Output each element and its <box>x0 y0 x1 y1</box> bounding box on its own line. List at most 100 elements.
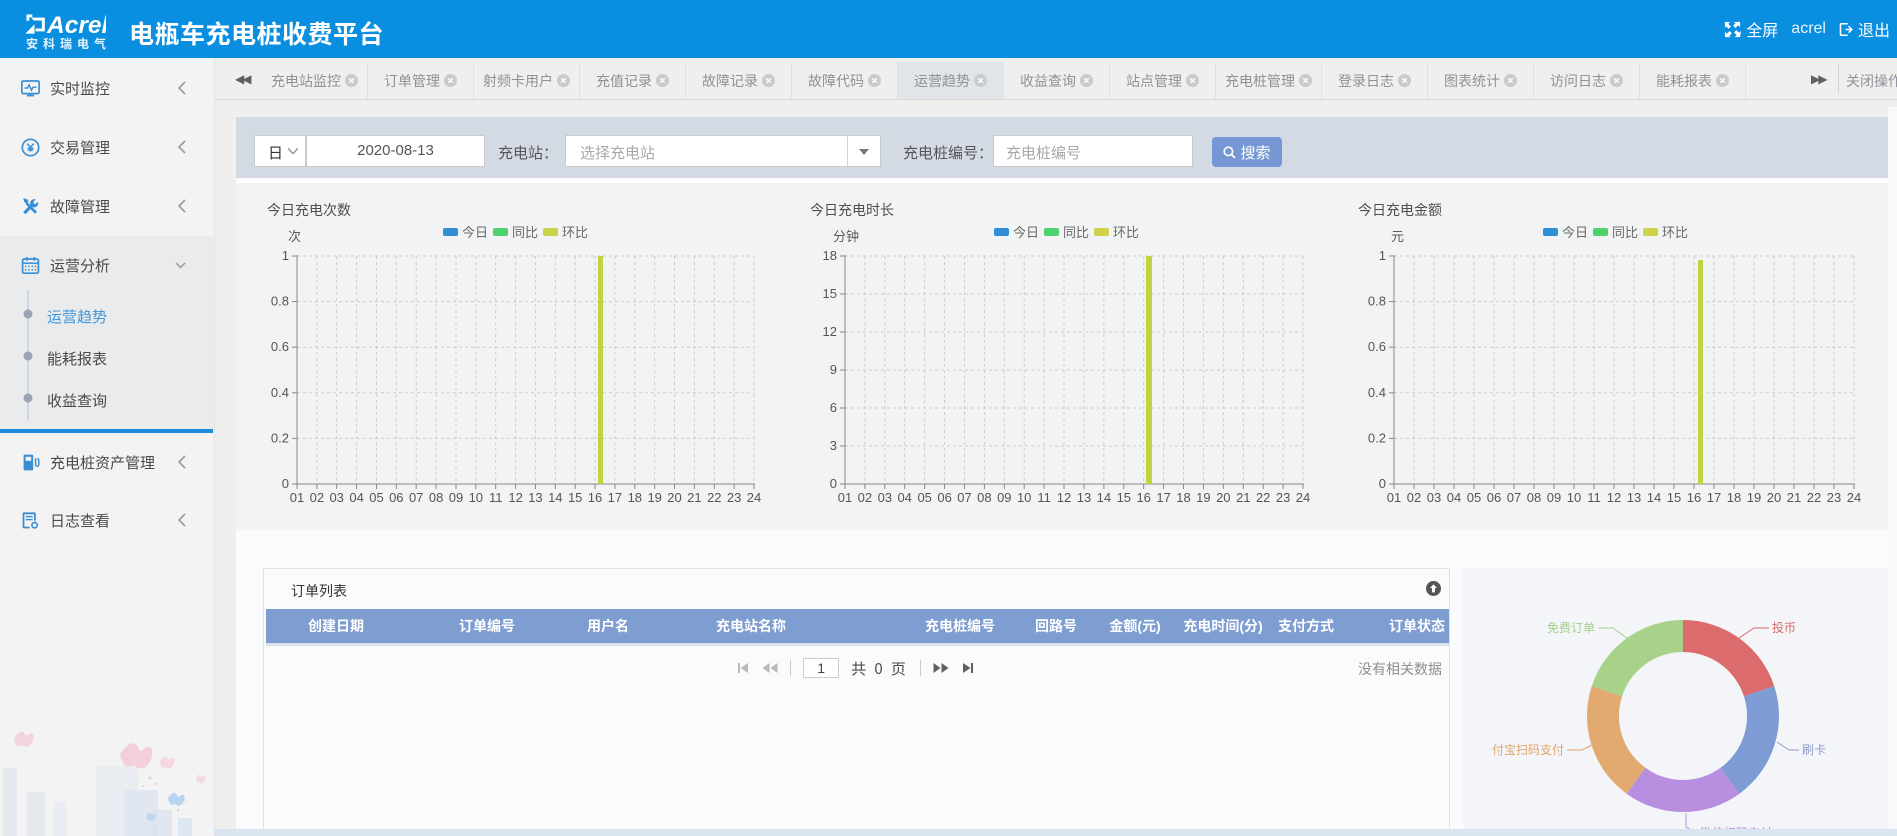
svg-text:18: 18 <box>823 248 837 263</box>
svg-text:今日充电时长: 今日充电时长 <box>810 200 894 220</box>
svg-text:今日充电次数: 今日充电次数 <box>267 200 351 220</box>
svg-text:11: 11 <box>1587 490 1601 505</box>
svg-text:11: 11 <box>1037 490 1051 505</box>
svg-text:同比: 同比 <box>1063 222 1089 241</box>
svg-text:22: 22 <box>1256 490 1270 505</box>
svg-text:21: 21 <box>1787 490 1801 505</box>
svg-text:09: 09 <box>997 490 1011 505</box>
svg-text:同比: 同比 <box>512 222 538 241</box>
svg-text:0: 0 <box>1379 476 1386 491</box>
svg-text:20: 20 <box>1767 490 1781 505</box>
svg-text:04: 04 <box>897 490 911 505</box>
svg-text:0.8: 0.8 <box>1368 294 1386 309</box>
svg-text:今日充电金额: 今日充电金额 <box>1358 200 1442 220</box>
svg-text:分钟: 分钟 <box>833 226 859 245</box>
svg-text:23: 23 <box>727 490 741 505</box>
svg-text:15: 15 <box>568 490 582 505</box>
svg-text:15: 15 <box>1667 490 1681 505</box>
svg-text:10: 10 <box>1567 490 1581 505</box>
svg-text:08: 08 <box>977 490 991 505</box>
svg-text:01: 01 <box>290 490 304 505</box>
svg-text:同比: 同比 <box>1612 222 1638 241</box>
svg-text:24: 24 <box>1296 490 1310 505</box>
svg-text:07: 07 <box>1507 490 1521 505</box>
svg-text:1: 1 <box>282 248 289 263</box>
svg-text:02: 02 <box>310 490 324 505</box>
svg-text:01: 01 <box>1387 490 1401 505</box>
svg-text:1: 1 <box>1379 248 1386 263</box>
svg-text:18: 18 <box>1727 490 1741 505</box>
svg-text:05: 05 <box>369 490 383 505</box>
svg-text:20: 20 <box>667 490 681 505</box>
svg-text:23: 23 <box>1276 490 1290 505</box>
svg-text:12: 12 <box>1057 490 1071 505</box>
svg-text:17: 17 <box>608 490 622 505</box>
svg-text:02: 02 <box>858 490 872 505</box>
svg-text:06: 06 <box>1487 490 1501 505</box>
svg-text:13: 13 <box>528 490 542 505</box>
svg-text:22: 22 <box>707 490 721 505</box>
svg-text:环比: 环比 <box>562 222 588 241</box>
svg-text:04: 04 <box>1447 490 1461 505</box>
svg-text:01: 01 <box>838 490 852 505</box>
svg-text:环比: 环比 <box>1662 222 1688 241</box>
svg-text:11: 11 <box>489 490 503 505</box>
svg-text:23: 23 <box>1827 490 1841 505</box>
svg-text:24: 24 <box>747 490 761 505</box>
svg-text:05: 05 <box>917 490 931 505</box>
svg-text:9: 9 <box>830 362 837 377</box>
svg-text:07: 07 <box>957 490 971 505</box>
svg-text:02: 02 <box>1407 490 1421 505</box>
svg-text:18: 18 <box>628 490 642 505</box>
svg-text:免费订单: 免费订单 <box>1547 619 1595 636</box>
svg-text:14: 14 <box>1097 490 1111 505</box>
svg-text:14: 14 <box>1647 490 1661 505</box>
svg-text:16: 16 <box>1136 490 1150 505</box>
svg-text:13: 13 <box>1627 490 1641 505</box>
svg-text:17: 17 <box>1707 490 1721 505</box>
svg-text:0.6: 0.6 <box>271 339 289 354</box>
svg-text:10: 10 <box>1017 490 1031 505</box>
svg-text:元: 元 <box>1391 226 1404 245</box>
svg-text:19: 19 <box>647 490 661 505</box>
svg-text:03: 03 <box>878 490 892 505</box>
svg-text:0.2: 0.2 <box>271 430 289 445</box>
svg-text:08: 08 <box>429 490 443 505</box>
svg-text:08: 08 <box>1527 490 1541 505</box>
svg-text:21: 21 <box>687 490 701 505</box>
svg-text:13: 13 <box>1077 490 1091 505</box>
svg-text:24: 24 <box>1847 490 1861 505</box>
svg-text:10: 10 <box>469 490 483 505</box>
svg-text:06: 06 <box>937 490 951 505</box>
svg-text:19: 19 <box>1196 490 1210 505</box>
svg-text:3: 3 <box>830 438 837 453</box>
svg-text:03: 03 <box>1427 490 1441 505</box>
svg-text:0.6: 0.6 <box>1368 339 1386 354</box>
svg-text:15: 15 <box>1117 490 1131 505</box>
svg-text:0.4: 0.4 <box>1368 385 1386 400</box>
svg-text:今日: 今日 <box>1562 222 1588 241</box>
svg-text:今日: 今日 <box>462 222 488 241</box>
svg-text:0: 0 <box>282 476 289 491</box>
svg-text:07: 07 <box>409 490 423 505</box>
svg-text:今日: 今日 <box>1013 222 1039 241</box>
svg-text:12: 12 <box>823 324 837 339</box>
svg-text:09: 09 <box>449 490 463 505</box>
svg-text:6: 6 <box>830 400 837 415</box>
svg-text:0.2: 0.2 <box>1368 430 1386 445</box>
svg-text:20: 20 <box>1216 490 1230 505</box>
svg-text:06: 06 <box>389 490 403 505</box>
svg-text:19: 19 <box>1747 490 1761 505</box>
svg-text:刷卡: 刷卡 <box>1802 741 1826 758</box>
svg-text:16: 16 <box>1687 490 1701 505</box>
svg-text:付宝扫码支付: 付宝扫码支付 <box>1492 741 1564 758</box>
svg-text:17: 17 <box>1156 490 1170 505</box>
svg-text:22: 22 <box>1807 490 1821 505</box>
svg-text:09: 09 <box>1547 490 1561 505</box>
svg-text:18: 18 <box>1176 490 1190 505</box>
svg-text:21: 21 <box>1236 490 1250 505</box>
svg-text:14: 14 <box>548 490 562 505</box>
svg-text:04: 04 <box>349 490 363 505</box>
svg-text:0: 0 <box>830 476 837 491</box>
svg-text:03: 03 <box>329 490 343 505</box>
